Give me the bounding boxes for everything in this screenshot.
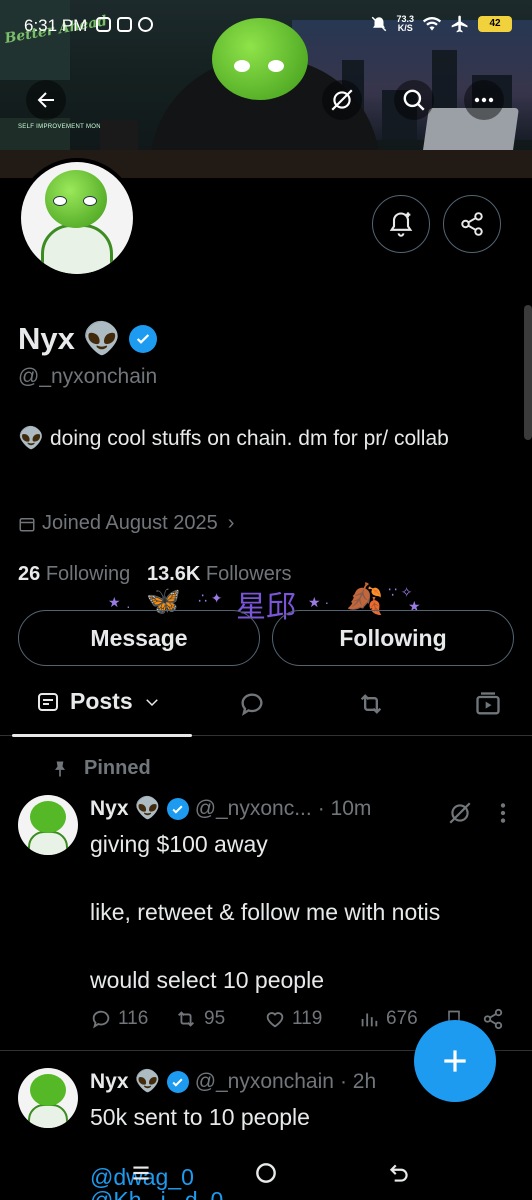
post-time: · 2h [339,1070,377,1093]
following-button[interactable]: Following [272,610,514,666]
joined-text: Joined August 2025 [42,512,218,534]
profile-handle: @_nyxonchain [18,365,158,388]
notification-icon [138,17,153,32]
back-arrow-icon [37,92,54,108]
bio-emoji: 👽 [18,427,45,450]
airplane-icon [451,15,468,33]
plus-icon [444,1050,466,1072]
reply-count[interactable]: 116 [90,1008,174,1030]
post-avatar[interactable] [18,1068,78,1128]
home-icon[interactable] [253,1160,279,1186]
reply-icon [92,1010,110,1029]
mute-icon [372,16,387,32]
post-header: Nyx 👽 @_nyxonc... · 10m [90,797,371,821]
grok-button[interactable] [322,80,362,120]
pinned-label: Pinned [50,757,151,780]
grok-icon [331,89,353,111]
media-icon [476,692,500,715]
verified-badge-icon [166,798,189,820]
tab-posts[interactable]: Posts [36,688,161,715]
post-author-emoji: 👽 [134,1070,161,1093]
pin-icon [55,761,65,776]
verified-badge-icon [166,1071,189,1093]
search-button[interactable] [394,80,434,120]
share-icon[interactable] [482,1008,504,1030]
tab-media[interactable] [474,690,502,723]
bell-plus-icon [389,212,413,237]
chevron-down-icon [145,698,158,706]
post-author-handle[interactable]: @_nyxonc... [195,797,312,821]
retweet-count[interactable]: 95 [174,1008,264,1030]
retweet-icon [360,694,382,714]
profile-bio: 👽 doing cool stuffs on chain. dm for pr/… [18,422,508,456]
net-speed: 73.3 K/S [396,14,414,33]
post-more-icon[interactable] [496,800,510,826]
post-author-name[interactable]: Nyx [90,797,129,821]
system-navigation-bar [0,1150,532,1200]
notifications-button[interactable] [372,195,430,253]
recents-icon[interactable] [128,1160,154,1186]
banner-book-text: SELF IMPROVEMENT MONEY [18,124,110,130]
bio-text: doing cool stuffs on chain. dm for pr/ c… [50,427,449,450]
share-icon [461,212,483,236]
more-icon [474,97,494,103]
scrollbar[interactable] [524,305,532,440]
post-text: giving $100 away like, retweet & follow … [90,831,441,993]
back-icon[interactable] [386,1160,412,1186]
compose-button[interactable] [414,1020,496,1102]
tab-replies[interactable] [238,690,266,723]
message-button[interactable]: Message [18,610,260,666]
post-author-name[interactable]: Nyx [90,1070,129,1094]
share-profile-button[interactable] [443,195,501,253]
tab-posts-label: Posts [70,688,133,714]
heart-icon [266,1012,284,1028]
profile-name-text: Nyx [18,320,75,356]
joined-date[interactable]: Joined August 2025 › [18,512,234,535]
post-text: 50k sent to 10 people [90,1104,310,1130]
post-author-handle[interactable]: @_nyxonchain [195,1070,334,1094]
status-right: 73.3 K/S 42 [370,14,512,34]
more-button[interactable] [464,80,504,120]
tab-retweets[interactable] [356,690,386,723]
like-count[interactable]: 119 [264,1008,358,1030]
search-icon [403,89,425,111]
post-avatar[interactable] [18,795,78,855]
notification-icon [117,17,132,32]
profile-avatar[interactable] [17,158,137,278]
status-bar: 6:31 PM 73.3 K/S 42 [0,0,532,50]
retweet-icon [178,1011,194,1027]
wifi-icon [422,17,442,31]
calendar-icon [19,517,35,531]
back-button[interactable] [26,80,66,120]
notification-icon [96,17,111,32]
views-icon [361,1013,378,1027]
post-header: Nyx 👽 @_nyxonchain · 2h [90,1070,376,1094]
verified-badge-icon[interactable] [129,324,158,353]
reply-icon [241,693,263,716]
chevron-right-icon: › [227,512,235,534]
battery-indicator: 42 [478,16,512,32]
profile-name: Nyx 👽 [18,320,158,357]
tab-active-indicator [12,734,192,737]
posts-icon [38,692,58,711]
post-author-emoji: 👽 [134,797,161,820]
status-time: 6:31 PM [24,16,88,35]
status-notification-icons [96,17,153,32]
profile-name-emoji: 👽 [82,321,122,356]
view-count[interactable]: 676 [358,1008,438,1030]
profile-tabs: Posts [0,680,532,736]
grok-icon[interactable] [447,800,473,826]
post-time: · 10m [317,797,372,820]
